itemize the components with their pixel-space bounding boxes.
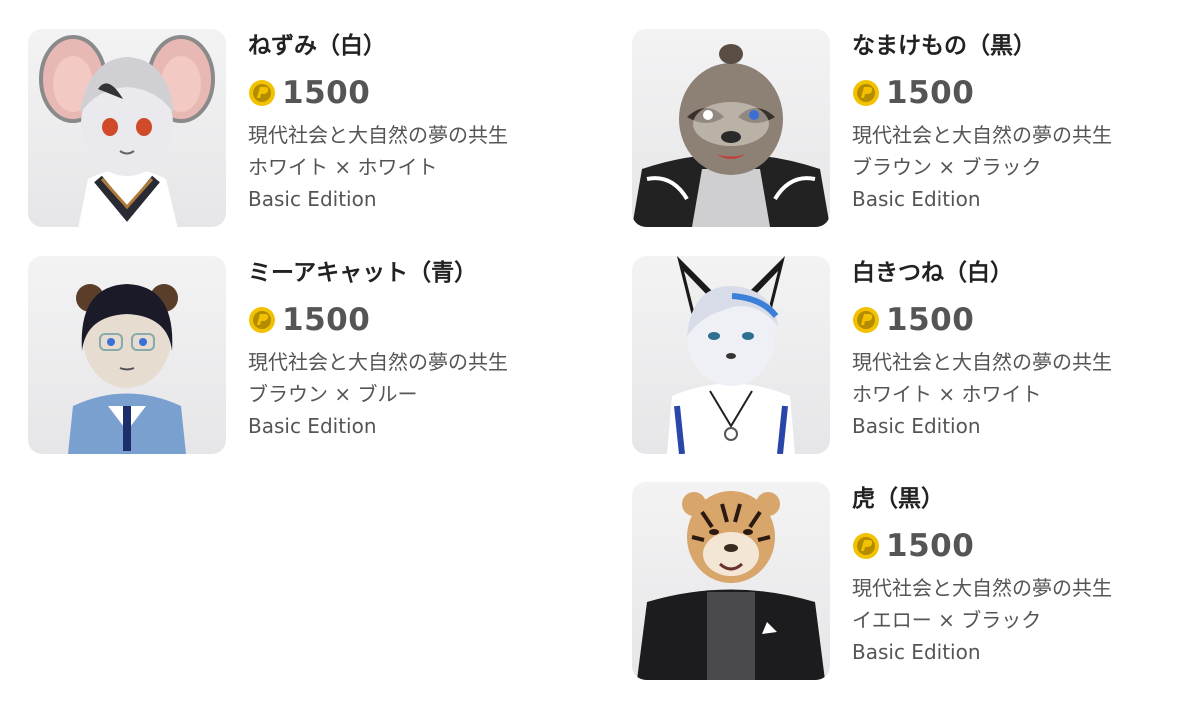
product-thumbnail[interactable] [632, 482, 830, 680]
product-thumbnail[interactable] [28, 29, 226, 227]
price: 1500 [852, 526, 1182, 566]
product-card-tiger[interactable]: 虎（黒） 1500 現代社会と大自然の夢の共生 イエロー × ブラック Basi… [632, 482, 1192, 682]
product-edition: Basic Edition [852, 414, 981, 438]
price-value: 1500 [886, 75, 975, 111]
product-description: 現代社会と大自然の夢の共生 [852, 576, 1112, 600]
price: 1500 [852, 73, 1182, 113]
product-card-sloth[interactable]: なまけもの（黒） 1500 現代社会と大自然の夢の共生 ブラウン × ブラック … [632, 29, 1192, 229]
coin-icon [249, 80, 275, 106]
price-value: 1500 [886, 528, 975, 564]
product-card-mouse[interactable]: ねずみ（白） 1500 現代社会と大自然の夢の共生 ホワイト × ホワイト Ba… [28, 29, 588, 229]
price-value: 1500 [886, 302, 975, 338]
coin-icon [249, 307, 275, 333]
product-colors: ブラウン × ブラック [852, 155, 1042, 179]
price-value: 1500 [282, 302, 371, 338]
coin-icon [853, 533, 879, 559]
product-name[interactable]: 虎（黒） [852, 484, 1182, 514]
fox-avatar-icon [667, 256, 795, 454]
price: 1500 [852, 300, 1182, 340]
product-description: 現代社会と大自然の夢の共生 [248, 350, 508, 374]
product-edition: Basic Edition [248, 414, 377, 438]
product-description: 現代社会と大自然の夢の共生 [248, 123, 508, 147]
product-edition: Basic Edition [852, 640, 981, 664]
product-name[interactable]: 白きつね（白） [852, 258, 1182, 288]
price: 1500 [248, 300, 578, 340]
product-name[interactable]: ねずみ（白） [248, 31, 578, 61]
product-edition: Basic Edition [852, 187, 981, 211]
product-colors: ホワイト × ホワイト [852, 382, 1042, 406]
product-card-meerkat[interactable]: ミーアキャット（青） 1500 現代社会と大自然の夢の共生 ブラウン × ブルー… [28, 256, 588, 456]
product-thumbnail[interactable] [632, 29, 830, 227]
product-thumbnail[interactable] [28, 256, 226, 454]
price-value: 1500 [282, 75, 371, 111]
product-colors: ブラウン × ブルー [248, 382, 418, 406]
product-card-fox[interactable]: 白きつね（白） 1500 現代社会と大自然の夢の共生 ホワイト × ホワイト B… [632, 256, 1192, 456]
mouse-avatar-icon [39, 35, 215, 227]
product-name[interactable]: ミーアキャット（青） [248, 258, 578, 288]
meerkat-avatar-icon [68, 284, 186, 454]
product-colors: ホワイト × ホワイト [248, 155, 438, 179]
product-edition: Basic Edition [248, 187, 377, 211]
product-thumbnail[interactable] [632, 256, 830, 454]
product-description: 現代社会と大自然の夢の共生 [852, 350, 1112, 374]
tiger-avatar-icon [637, 491, 825, 680]
sloth-avatar-icon [632, 44, 830, 227]
price: 1500 [248, 73, 578, 113]
coin-icon [853, 80, 879, 106]
product-colors: イエロー × ブラック [852, 608, 1042, 632]
coin-icon [853, 307, 879, 333]
product-name[interactable]: なまけもの（黒） [852, 31, 1182, 61]
product-description: 現代社会と大自然の夢の共生 [852, 123, 1112, 147]
